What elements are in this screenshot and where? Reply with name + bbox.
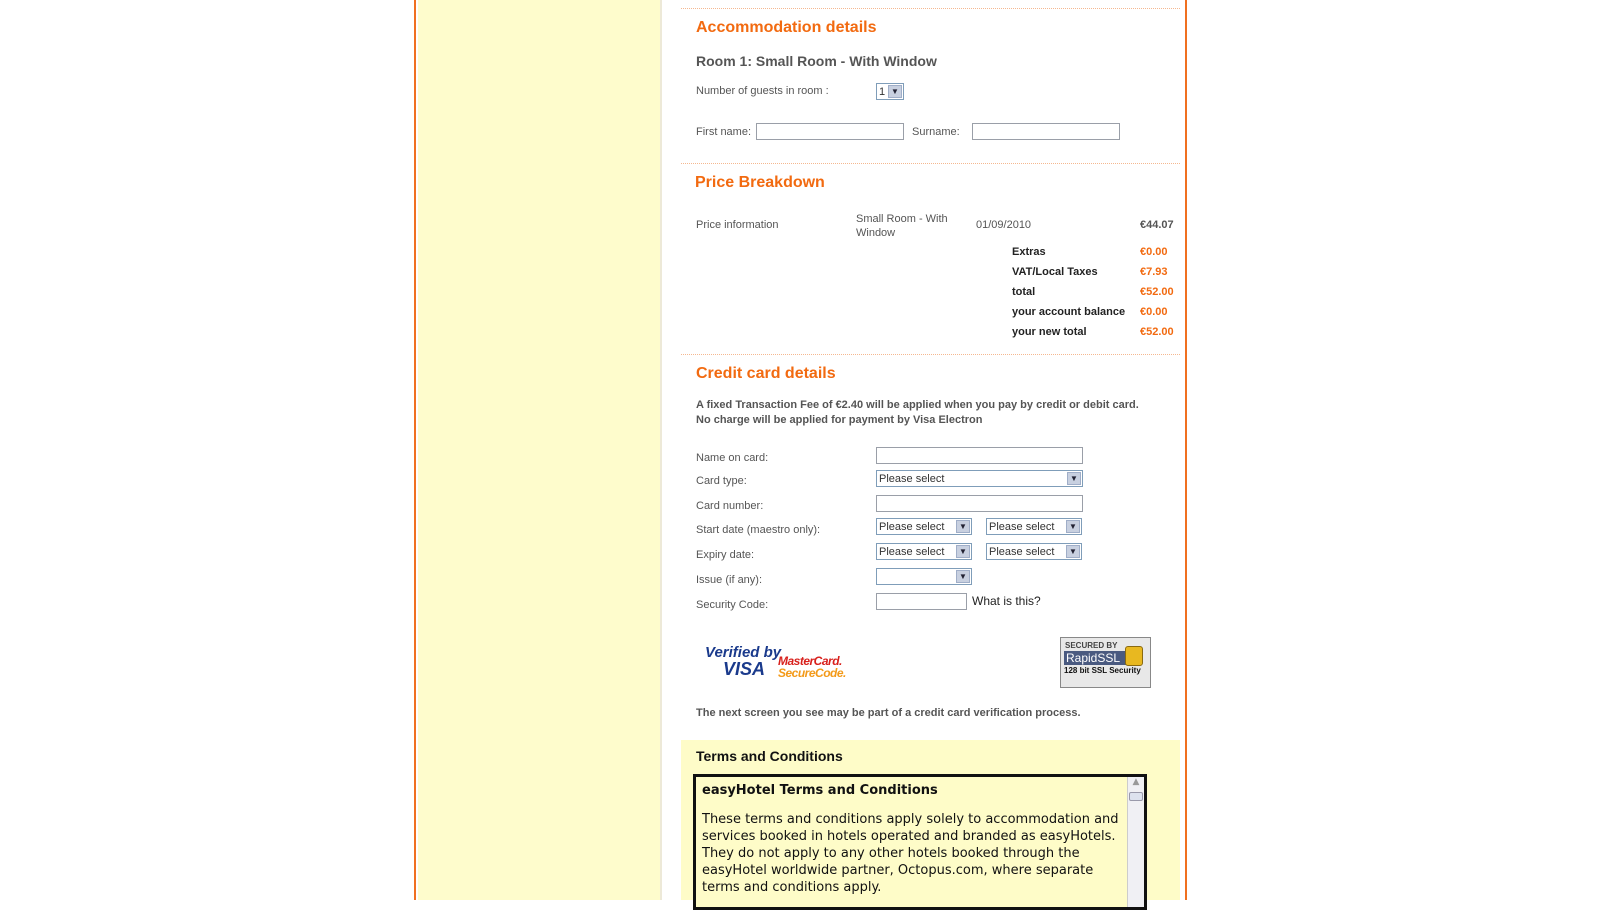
rapidssl-badge: SECURED BY RapidSSL 128 bit SSL Security xyxy=(1060,637,1151,688)
card-number-label: Card number: xyxy=(696,500,764,512)
price-row-value: €0.00 xyxy=(1140,306,1168,318)
card-heading: Credit card details xyxy=(696,365,836,382)
price-room: Small Room - With Window xyxy=(856,213,948,239)
terms-box-title: easyHotel Terms and Conditions xyxy=(702,783,938,798)
scroll-up-icon[interactable]: ▲ xyxy=(1128,777,1144,791)
card-type-label: Card type: xyxy=(696,475,747,487)
first-name-label: First name: xyxy=(696,126,752,138)
terms-box-text: These terms and conditions apply solely … xyxy=(702,812,1119,895)
price-date: 01/09/2010 xyxy=(976,219,1032,231)
price-amount: €44.07 xyxy=(1140,219,1174,231)
select-value: Please select xyxy=(989,521,1055,533)
divider xyxy=(681,354,1180,355)
issue-label: Issue (if any): xyxy=(696,574,763,586)
ssl-line3: 128 bit SSL Security xyxy=(1064,666,1141,675)
price-row-label: your new total xyxy=(1012,326,1087,338)
guests-select[interactable]: 1 ▼ xyxy=(876,83,904,100)
card-type-value: Please select xyxy=(879,473,945,485)
price-heading: Price Breakdown xyxy=(695,174,825,191)
select-value: Please select xyxy=(879,521,945,533)
scroll-thumb[interactable] xyxy=(1129,792,1143,801)
price-row-label: VAT/Local Taxes xyxy=(1012,266,1098,278)
mc-logo-line2: SecureCode. xyxy=(778,666,846,680)
room-title: Room 1: Small Room - With Window xyxy=(696,53,937,69)
padlock-icon xyxy=(1125,646,1143,666)
terms-scrollbar[interactable]: ▲ xyxy=(1127,777,1144,907)
name-on-card-input[interactable] xyxy=(876,447,1083,464)
price-row-value: €7.93 xyxy=(1140,266,1168,278)
divider xyxy=(681,8,1180,9)
expiry-year-select[interactable]: Please select ▼ xyxy=(986,543,1082,560)
visa-logo-line2: VISA xyxy=(723,659,766,679)
divider xyxy=(681,163,1180,164)
price-row-value: €52.00 xyxy=(1140,326,1174,338)
security-code-label: Security Code: xyxy=(696,599,769,611)
start-year-select[interactable]: Please select ▼ xyxy=(986,518,1082,535)
price-info-label: Price information xyxy=(696,219,779,231)
what-is-this-link[interactable]: What is this? xyxy=(972,594,1041,608)
start-date-label: Start date (maestro only): xyxy=(696,524,821,536)
surname-input[interactable] xyxy=(972,123,1120,140)
select-value: Please select xyxy=(879,546,945,558)
guests-label: Number of guests in room : xyxy=(696,85,829,97)
fee-line-2: No charge will be applied for payment by… xyxy=(696,414,983,426)
chevron-down-icon: ▼ xyxy=(1066,545,1080,558)
price-row-label: your account balance xyxy=(1012,306,1126,318)
chevron-down-icon: ▼ xyxy=(956,545,970,558)
verified-by-visa-logo: Verified by VISA xyxy=(705,645,781,679)
price-row-value: €52.00 xyxy=(1140,286,1174,298)
verification-note: The next screen you see may be part of a… xyxy=(696,707,1081,719)
expiry-month-select[interactable]: Please select ▼ xyxy=(876,543,972,560)
card-type-select[interactable]: Please select ▼ xyxy=(876,470,1083,487)
select-value: Please select xyxy=(989,546,1055,558)
price-row-value: €0.00 xyxy=(1140,246,1168,258)
accommodation-heading: Accommodation details xyxy=(696,19,877,36)
price-row-label: total xyxy=(1012,286,1036,298)
chevron-down-icon: ▼ xyxy=(1067,472,1081,485)
chevron-down-icon: ▼ xyxy=(956,570,970,583)
name-on-card-label: Name on card: xyxy=(696,452,769,464)
expiry-date-label: Expiry date: xyxy=(696,549,755,561)
mastercard-securecode-logo: MasterCard. SecureCode. xyxy=(778,655,846,679)
chevron-down-icon: ▼ xyxy=(1066,520,1080,533)
ssl-line2: RapidSSL xyxy=(1064,651,1130,665)
card-number-input[interactable] xyxy=(876,495,1083,512)
terms-textarea[interactable]: easyHotel Terms and Conditions These ter… xyxy=(693,774,1147,910)
security-code-input[interactable] xyxy=(876,593,967,610)
price-row-label: Extras xyxy=(1012,246,1046,258)
sidebar xyxy=(418,0,662,900)
guests-value: 1 xyxy=(879,86,886,98)
start-month-select[interactable]: Please select ▼ xyxy=(876,518,972,535)
chevron-down-icon: ▼ xyxy=(956,520,970,533)
fee-line-1: A fixed Transaction Fee of €2.40 will be… xyxy=(696,399,1139,411)
terms-heading: Terms and Conditions xyxy=(696,748,843,764)
issue-select[interactable]: ▼ xyxy=(876,568,972,585)
first-name-input[interactable] xyxy=(756,123,904,140)
chevron-down-icon: ▼ xyxy=(888,85,902,98)
surname-label: Surname: xyxy=(912,126,960,138)
